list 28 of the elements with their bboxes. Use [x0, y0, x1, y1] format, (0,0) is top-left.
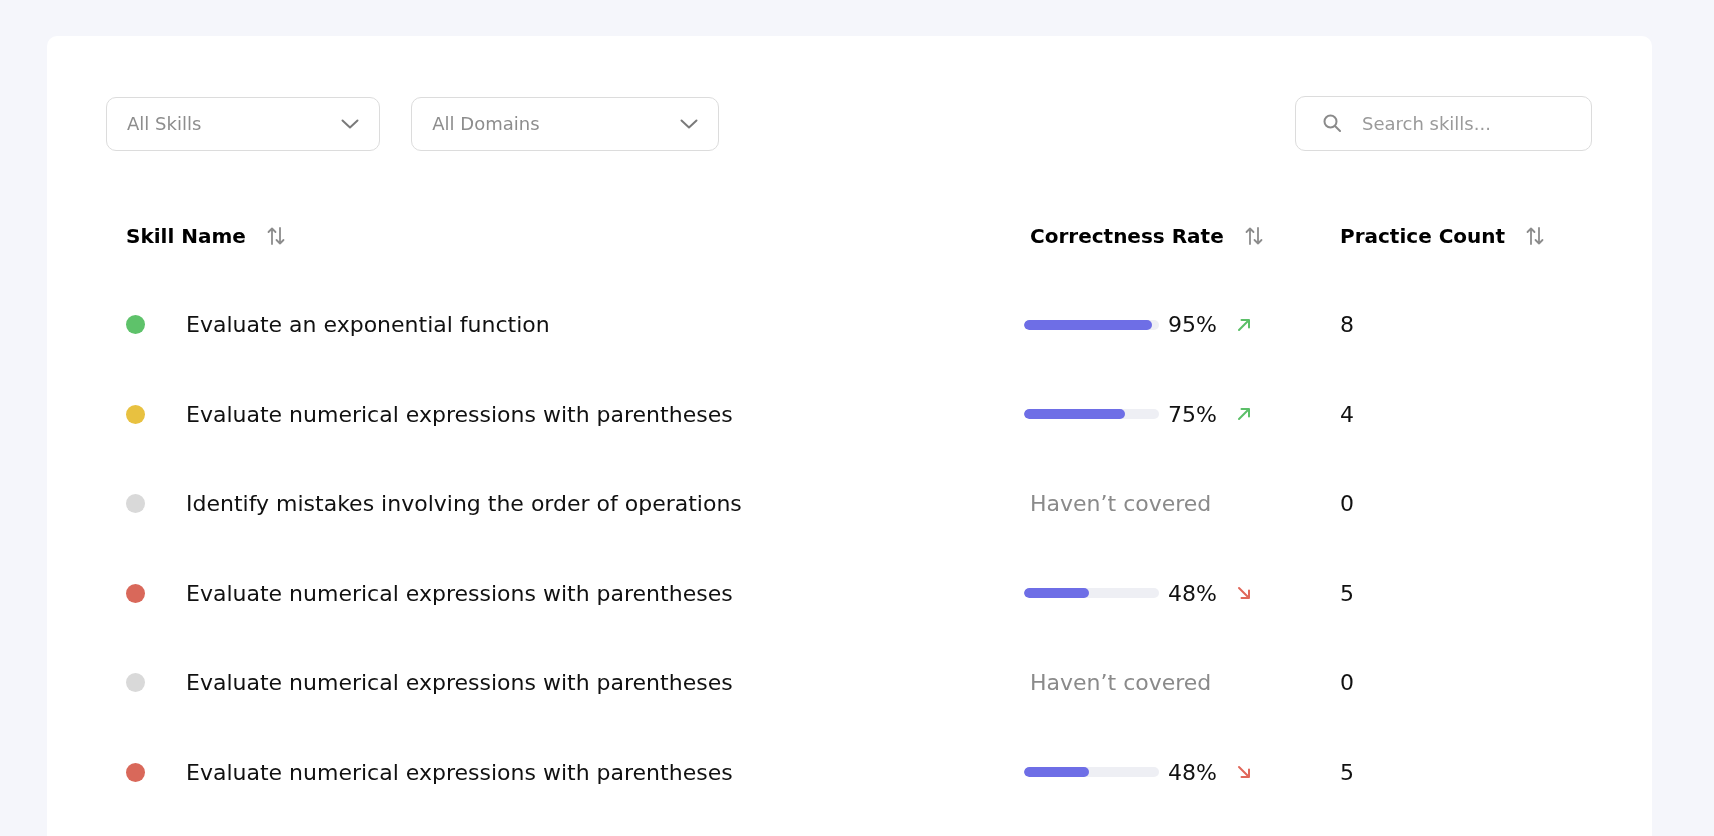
- correctness-percent: 48%: [1168, 759, 1217, 785]
- correctness-percent: 95%: [1168, 312, 1217, 338]
- chevron-down-icon: [679, 118, 698, 129]
- skill-name: Evaluate numerical expressions with parentheses: [186, 670, 733, 696]
- not-covered-text: Haven’t covered: [1030, 491, 1212, 517]
- practice-count: 4: [1340, 401, 1354, 427]
- skill-name: Evaluate numerical expressions with parentheses: [186, 759, 733, 785]
- correctness-percent: 75%: [1168, 401, 1217, 427]
- sort-icon: [1525, 226, 1546, 246]
- skill-name: Evaluate an exponential function: [186, 312, 550, 338]
- search-field[interactable]: Search skills...: [1295, 96, 1592, 151]
- practice-count: 8: [1340, 312, 1354, 338]
- search-icon: [1323, 114, 1341, 132]
- column-header[interactable]: Correctness Rate: [1030, 224, 1264, 248]
- practice-count: 0: [1340, 491, 1354, 517]
- not-covered-text: Haven’t covered: [1030, 670, 1212, 696]
- column-header[interactable]: Practice Count: [1340, 224, 1546, 248]
- skill-name: Identify mistakes involving the order of operations: [186, 491, 742, 517]
- column-header[interactable]: Skill Name: [126, 224, 286, 248]
- practice-count: 0: [1340, 670, 1354, 696]
- skill-name: Evaluate numerical expressions with parentheses: [186, 401, 733, 427]
- chevron-down-icon: [341, 118, 360, 129]
- correctness-percent: 48%: [1168, 580, 1217, 606]
- sort-icon: [1243, 226, 1264, 246]
- skill-name: Evaluate numerical expressions with parentheses: [186, 580, 733, 606]
- practice-count: 5: [1340, 759, 1354, 785]
- sort-icon: [265, 226, 286, 246]
- practice-count: 5: [1340, 580, 1354, 606]
